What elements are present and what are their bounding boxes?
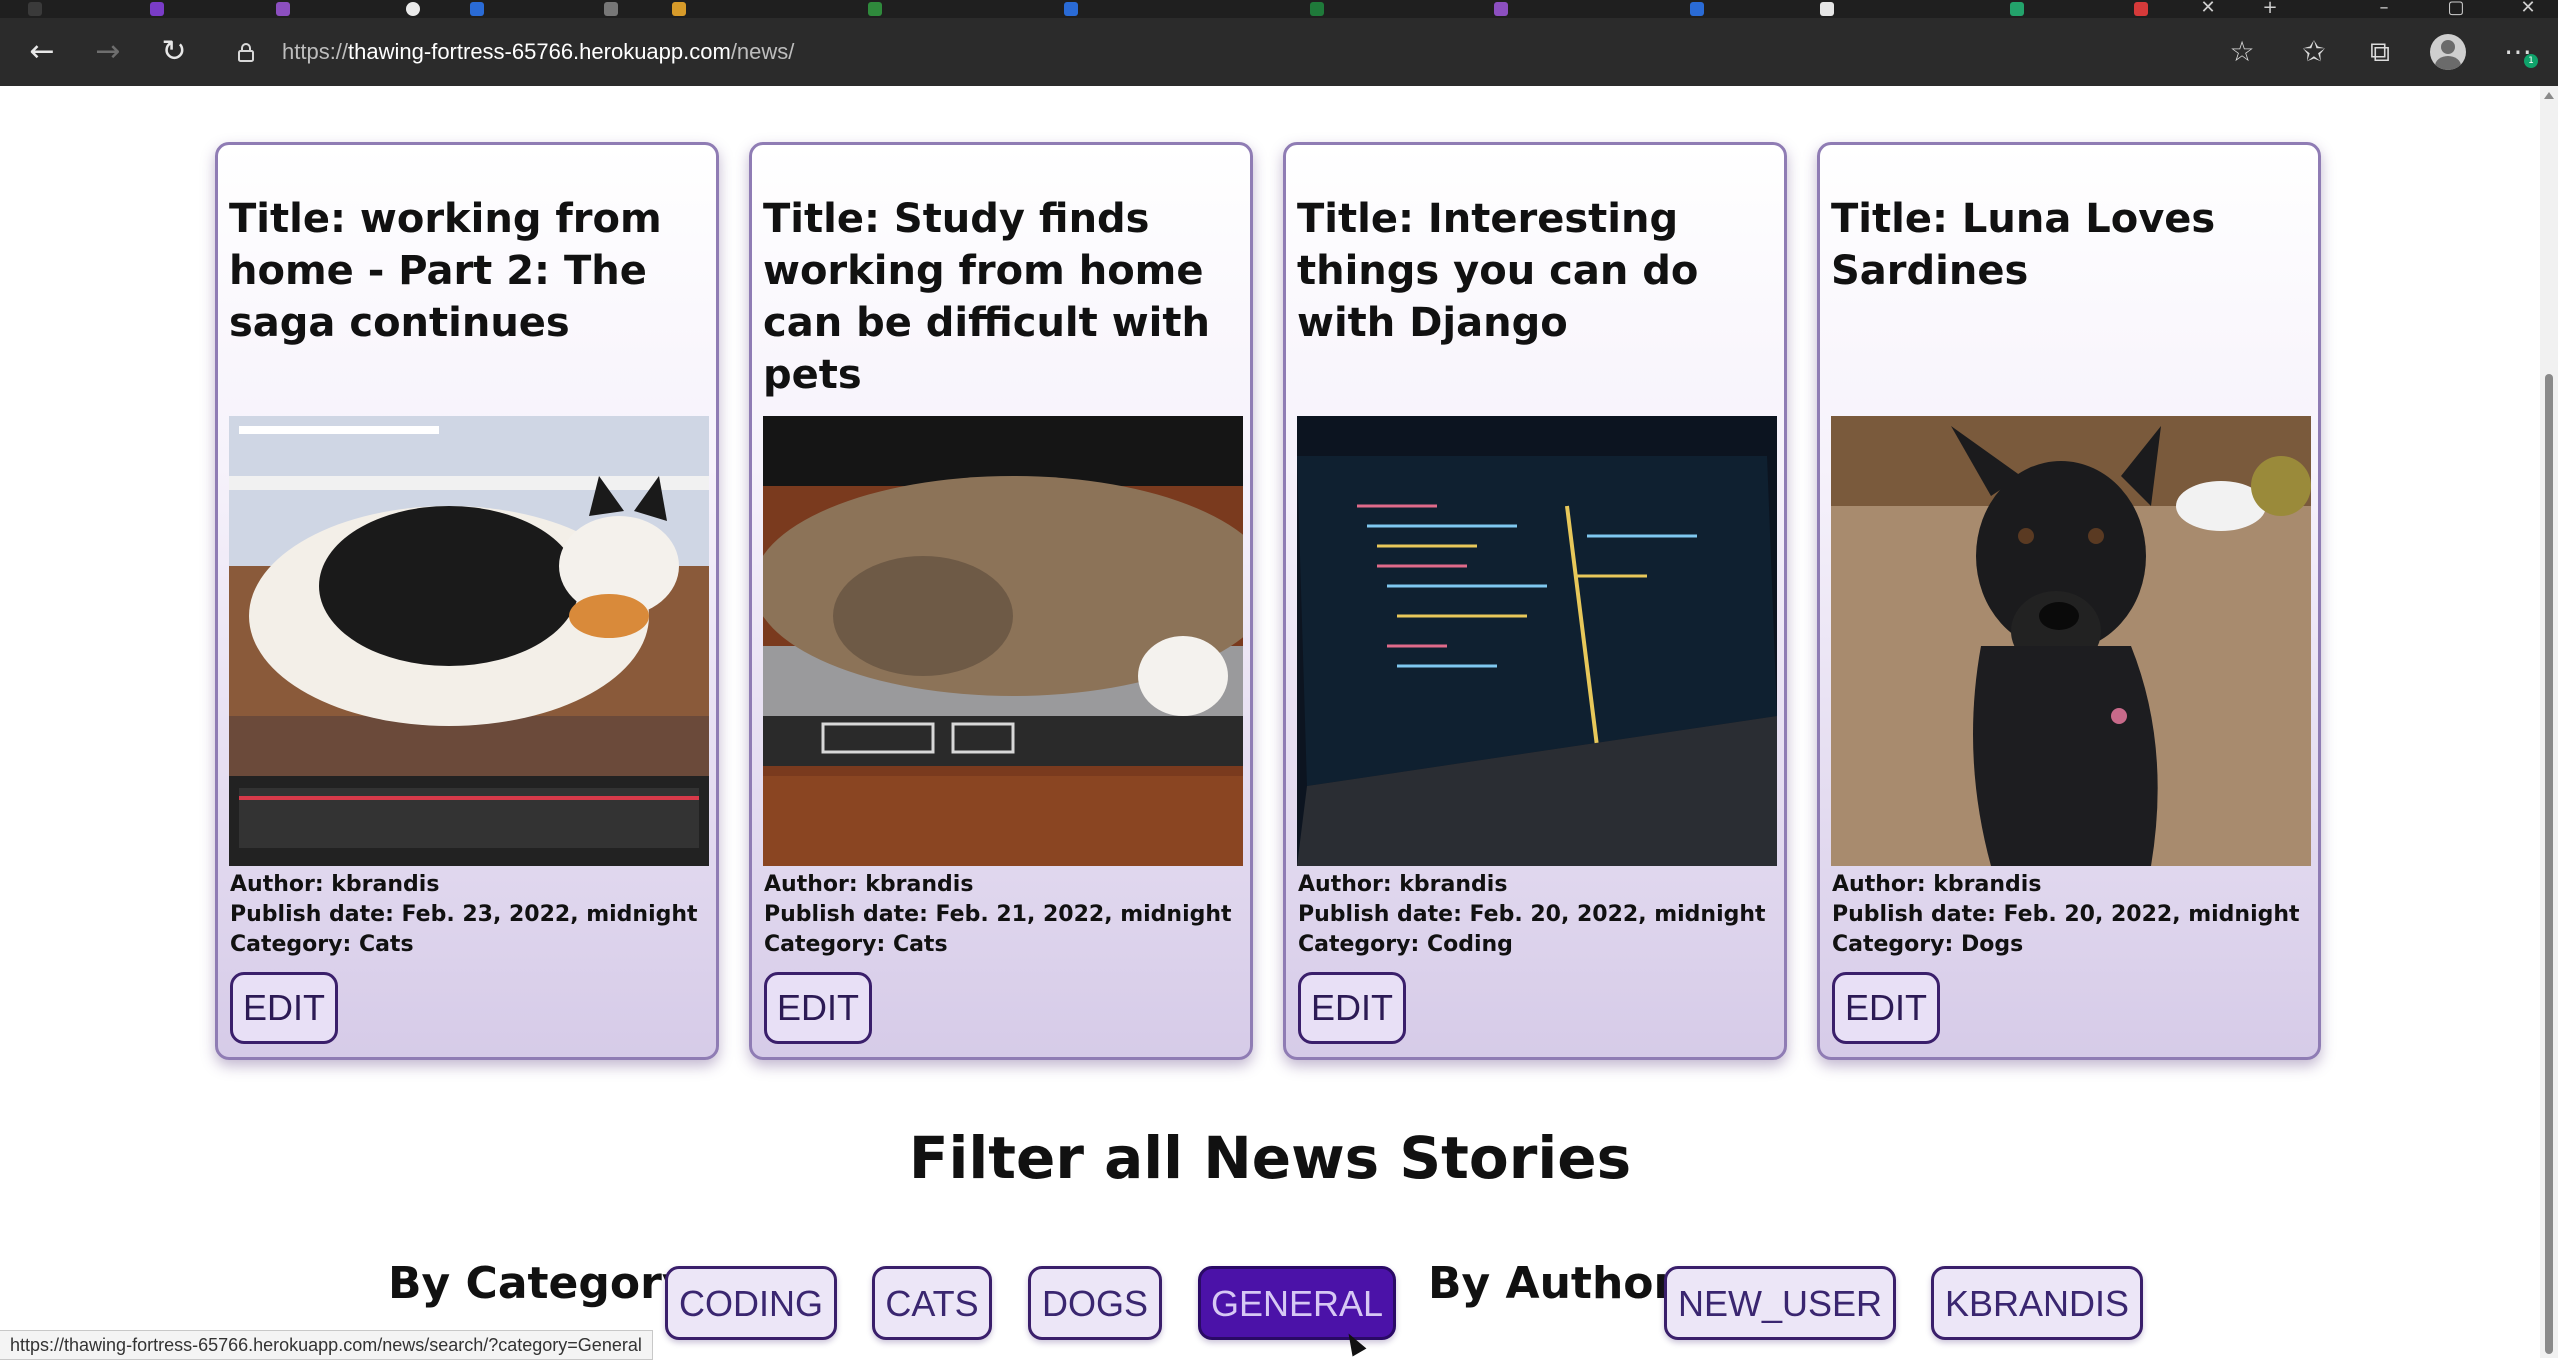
news-category: Category: Coding [1298, 932, 1513, 957]
tab-favicon[interactable] [1690, 2, 1704, 16]
news-card: Title: Interesting things you can do wit… [1283, 142, 1787, 1060]
tab-favicon[interactable] [2134, 2, 2148, 16]
news-publish-date: Publish date: Feb. 21, 2022, midnight [764, 902, 1232, 927]
news-card: Title: working from home - Part 2: The s… [215, 142, 719, 1060]
new-tab-icon[interactable]: + [2250, 0, 2290, 18]
tab-favicon[interactable] [150, 2, 164, 16]
filter-heading: Filter all News Stories [908, 1124, 1632, 1192]
news-title: Title: working from home - Part 2: The s… [229, 196, 662, 346]
news-category: Category: Dogs [1832, 932, 2024, 957]
edit-button[interactable]: EDIT [230, 972, 339, 1044]
news-author: Author: kbrandis [230, 872, 440, 897]
status-bar-link: https://thawing-fortress-65766.herokuapp… [0, 1330, 653, 1360]
browser-toolbar: ← → ↻ https://thawing-fortress-65766.her… [0, 18, 2558, 86]
maximize-icon[interactable]: ▢ [2436, 0, 2476, 18]
tab-favicon[interactable] [1494, 2, 1508, 16]
reload-icon[interactable]: ↻ [154, 32, 194, 72]
author-button-new-user[interactable]: NEW_USER [1664, 1266, 1896, 1340]
tab-favicon[interactable] [470, 2, 484, 16]
lock-icon[interactable] [236, 42, 256, 62]
category-button-cats[interactable]: CATS [872, 1266, 992, 1340]
tab-favicon[interactable] [868, 2, 882, 16]
tab-favicon[interactable] [1064, 2, 1078, 16]
tab-favicon[interactable] [672, 2, 686, 16]
news-image-cat-on-keyboard [229, 416, 709, 866]
by-author-label: By Author [1428, 1258, 1676, 1309]
scrollbar-thumb[interactable] [2545, 374, 2553, 1354]
news-card: Title: Study finds working from home can… [749, 142, 1253, 1060]
tab-favicon[interactable] [2010, 2, 2024, 16]
minimize-icon[interactable]: – [2364, 0, 2404, 18]
add-favorite-icon[interactable]: ☆ [2224, 34, 2260, 70]
favorites-icon[interactable]: ✩ [2296, 34, 2332, 70]
news-title: Title: Luna Loves Sardines [1831, 196, 2216, 294]
category-button-dogs[interactable]: DOGS [1028, 1266, 1162, 1340]
url-path: /news/ [730, 39, 795, 64]
back-arrow-icon[interactable]: ← [22, 32, 62, 72]
forward-arrow-icon[interactable]: → [88, 32, 128, 72]
by-category-label: By Category [388, 1258, 691, 1309]
close-window-icon[interactable]: ✕ [2508, 0, 2548, 18]
news-publish-date: Publish date: Feb. 20, 2022, midnight [1298, 902, 1766, 927]
edit-button[interactable]: EDIT [1832, 972, 1941, 1044]
tab-favicon[interactable] [1820, 2, 1834, 16]
tab-strip: ✕ + – ▢ ✕ [0, 0, 2558, 18]
edit-button[interactable]: EDIT [764, 972, 873, 1044]
category-button-coding[interactable]: CODING [665, 1266, 837, 1340]
url-scheme: https:// [282, 39, 349, 64]
news-image-black-dog [1831, 416, 2311, 866]
news-publish-date: Publish date: Feb. 23, 2022, midnight [230, 902, 698, 927]
news-publish-date: Publish date: Feb. 20, 2022, midnight [1832, 902, 2300, 927]
tab-favicon[interactable] [276, 2, 290, 16]
address-bar[interactable]: https://thawing-fortress-65766.herokuapp… [282, 36, 794, 68]
page-scrollbar[interactable] [2540, 86, 2558, 1358]
profile-avatar[interactable] [2430, 34, 2466, 70]
scroll-up-arrow-icon[interactable] [2544, 92, 2554, 99]
news-author: Author: kbrandis [1832, 872, 2042, 897]
tab-favicon[interactable] [28, 2, 42, 16]
tab-favicon[interactable] [604, 2, 618, 16]
news-title: Title: Study finds working from home can… [763, 196, 1210, 398]
close-tab-icon[interactable]: ✕ [2196, 0, 2220, 18]
edit-button[interactable]: EDIT [1298, 972, 1407, 1044]
url-host: thawing-fortress-65766.herokuapp.com [348, 39, 731, 64]
news-author: Author: kbrandis [764, 872, 974, 897]
news-category: Category: Cats [764, 932, 948, 957]
category-button-general[interactable]: GENERAL [1198, 1266, 1396, 1340]
github-icon[interactable] [406, 2, 420, 16]
tab-favicon[interactable] [1310, 2, 1324, 16]
collections-icon[interactable]: ⧉ [2362, 34, 2398, 70]
news-author: Author: kbrandis [1298, 872, 1508, 897]
news-title: Title: Interesting things you can do wit… [1297, 196, 1699, 346]
author-button-kbrandis[interactable]: KBRANDIS [1931, 1266, 2143, 1340]
news-image-tabby-cat-on-laptop [763, 416, 1243, 866]
notification-badge: 1 [2524, 54, 2538, 68]
news-image-laptop-code [1297, 416, 1777, 866]
news-card: Title: Luna Loves Sardines Author: kbran… [1817, 142, 2321, 1060]
news-category: Category: Cats [230, 932, 414, 957]
